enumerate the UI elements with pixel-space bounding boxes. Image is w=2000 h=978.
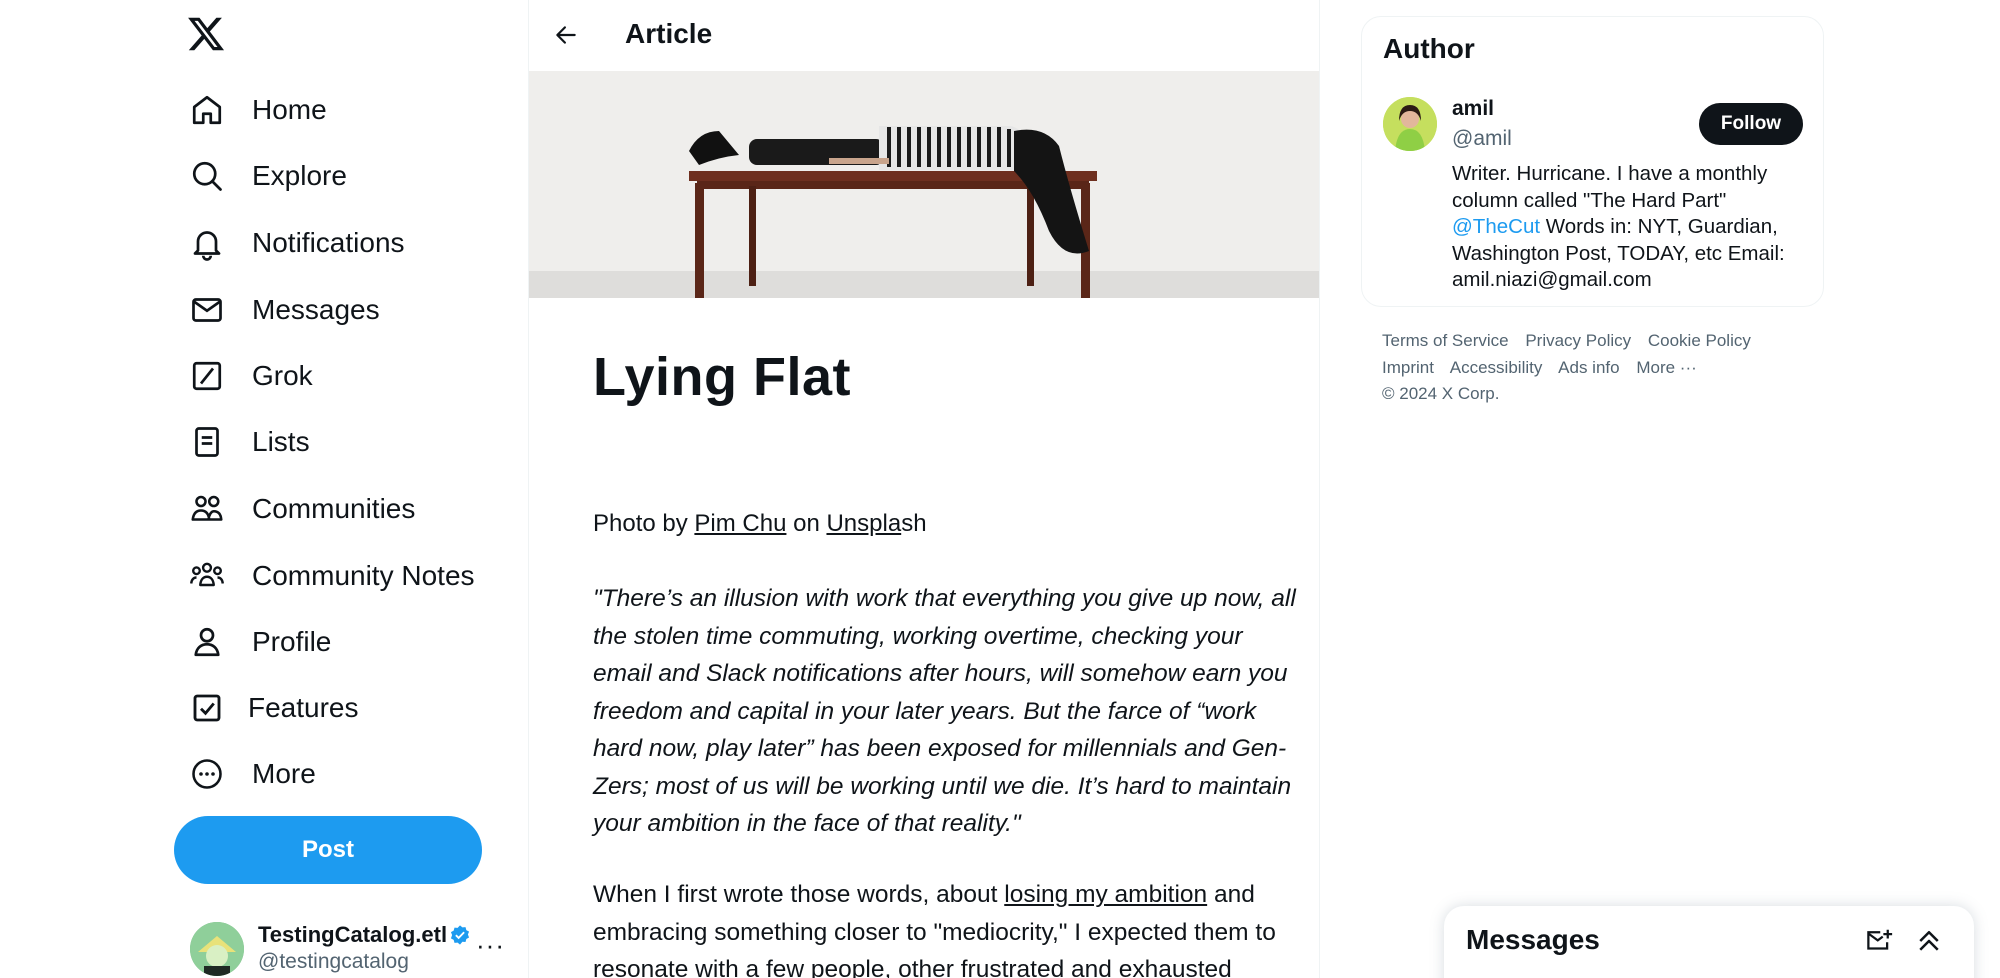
avatar bbox=[190, 922, 244, 976]
nav-label: Features bbox=[248, 692, 359, 723]
verified-badge-icon bbox=[449, 924, 471, 946]
messages-drawer-title: Messages bbox=[1466, 924, 1600, 955]
ads-info-link[interactable]: Ads info bbox=[1558, 358, 1619, 377]
more-circle-icon bbox=[186, 753, 228, 795]
footer-links: Terms of Service Privacy Policy Cookie P… bbox=[1382, 328, 1763, 408]
cookie-link[interactable]: Cookie Policy bbox=[1648, 331, 1751, 350]
back-arrow-icon[interactable] bbox=[547, 16, 585, 54]
bio-line: @TheCut Words in: NYT, Guardian, bbox=[1452, 215, 1778, 238]
nav-community-notes[interactable]: Community Notes bbox=[186, 548, 475, 604]
nav-label: Messages bbox=[252, 294, 380, 325]
bio-line: Writer. Hurricane. I have a monthly bbox=[1452, 162, 1768, 185]
author-bio: Writer. Hurricane. I have a monthly colu… bbox=[1452, 161, 1802, 294]
nav-notifications[interactable]: Notifications bbox=[186, 215, 405, 271]
messages-drawer[interactable]: Messages bbox=[1444, 906, 1974, 978]
article-paragraph: When I first wrote those words, about lo… bbox=[593, 876, 1276, 978]
nav-home[interactable]: Home bbox=[186, 82, 327, 138]
nav-label: Explore bbox=[252, 160, 347, 191]
quote-line: freedom and capital in your later years.… bbox=[593, 697, 1257, 725]
account-name: TestingCatalog.etl bbox=[258, 922, 471, 948]
account-more-icon[interactable]: ··· bbox=[476, 930, 505, 961]
nav-communities[interactable]: Communities bbox=[186, 481, 415, 537]
bio-line: Washington Post, TODAY, etc Email: bbox=[1452, 241, 1785, 265]
grok-icon bbox=[186, 355, 228, 397]
account-handle: @testingcatalog bbox=[258, 950, 409, 973]
imprint-link[interactable]: Imprint bbox=[1382, 358, 1434, 377]
nav-label: Community Notes bbox=[252, 560, 475, 591]
article-title: Lying Flat bbox=[593, 347, 851, 407]
paragraph-line: embracing something closer to "mediocrit… bbox=[593, 918, 1276, 946]
unsplash-link[interactable]: Unspla bbox=[826, 510, 901, 537]
envelope-icon bbox=[186, 289, 228, 331]
nav-label: More bbox=[252, 758, 316, 789]
nav-profile[interactable]: Profile bbox=[186, 614, 331, 670]
quote-line: Zers; most of us will be working until w… bbox=[593, 772, 1292, 800]
footer-more-link[interactable]: More ··· bbox=[1636, 358, 1696, 377]
follow-button[interactable]: Follow bbox=[1699, 103, 1803, 145]
accessibility-link[interactable]: Accessibility bbox=[1450, 358, 1543, 377]
quote-line: "There’s an illusion with work that ever… bbox=[593, 585, 1296, 612]
checkbox-icon bbox=[186, 687, 228, 729]
bio-line: amil.niazi@gmail.com bbox=[1452, 268, 1652, 291]
article-header: Article bbox=[529, 0, 1319, 70]
thecut-mention-link[interactable]: @TheCut bbox=[1452, 215, 1540, 238]
photo-credit: Photo by Pim Chu on Unsplash bbox=[593, 510, 927, 537]
post-button[interactable]: Post bbox=[174, 816, 482, 884]
quote-line: your ambition in the face of that realit… bbox=[593, 810, 1021, 837]
expand-chevrons-icon[interactable] bbox=[1914, 926, 1948, 960]
search-icon bbox=[186, 155, 228, 197]
copyright: © 2024 X Corp. bbox=[1382, 384, 1500, 403]
x-logo-icon[interactable] bbox=[186, 14, 232, 60]
nav-messages[interactable]: Messages bbox=[186, 282, 380, 338]
quote-line: the stolen time commuting, working overt… bbox=[593, 622, 1243, 650]
nav-more[interactable]: More bbox=[186, 746, 316, 802]
nav-label: Profile bbox=[252, 626, 332, 657]
bell-icon bbox=[186, 222, 228, 264]
privacy-link[interactable]: Privacy Policy bbox=[1525, 331, 1631, 350]
nav-grok[interactable]: Grok bbox=[186, 348, 313, 404]
author-avatar[interactable] bbox=[1383, 97, 1437, 151]
home-icon bbox=[186, 89, 228, 131]
article-column: Article Lying Flat Photo by Pim Chu on U… bbox=[528, 0, 1320, 978]
terms-link[interactable]: Terms of Service bbox=[1382, 331, 1509, 350]
community-notes-icon bbox=[186, 555, 228, 597]
nav-label: Notifications bbox=[252, 227, 405, 258]
quote-line: hard now, play later” has been exposed f… bbox=[593, 735, 1287, 762]
nav-label: Communities bbox=[252, 493, 416, 524]
author-name[interactable]: amil bbox=[1452, 97, 1494, 121]
bio-line: column called "The Hard Part" bbox=[1452, 188, 1727, 212]
paragraph-line: When I first wrote those words, about lo… bbox=[593, 881, 1255, 908]
person-icon bbox=[186, 621, 228, 663]
new-message-icon[interactable] bbox=[1864, 926, 1898, 960]
nav-features[interactable]: Features bbox=[186, 680, 359, 736]
nav-explore[interactable]: Explore bbox=[186, 148, 347, 204]
author-handle: @amil bbox=[1452, 127, 1512, 150]
nav-label: Lists bbox=[252, 426, 310, 457]
communities-icon bbox=[186, 488, 228, 530]
account-switcher[interactable]: TestingCatalog.etl @testingcatalog ··· bbox=[186, 918, 506, 978]
nav-label: Home bbox=[252, 94, 327, 125]
left-sidebar: Home Explore Notifications Messages Grok… bbox=[0, 0, 528, 978]
losing-ambition-link[interactable]: losing my ambition bbox=[1004, 881, 1207, 908]
author-card: Author amil @amil Follow Writer. Hurrica… bbox=[1361, 16, 1824, 307]
nav-lists[interactable]: Lists bbox=[186, 414, 310, 470]
list-icon bbox=[186, 421, 228, 463]
photographer-link[interactable]: Pim Chu bbox=[694, 510, 786, 537]
article-quote: "There’s an illusion with work that ever… bbox=[593, 580, 1296, 843]
author-heading: Author bbox=[1383, 33, 1475, 64]
quote-line: email and Slack notifications after hour… bbox=[593, 660, 1288, 687]
paragraph-line: resonate with a few people, other frustr… bbox=[593, 956, 1232, 978]
cover-image bbox=[529, 71, 1319, 298]
page-title: Article bbox=[625, 18, 713, 49]
nav-label: Grok bbox=[252, 360, 313, 391]
